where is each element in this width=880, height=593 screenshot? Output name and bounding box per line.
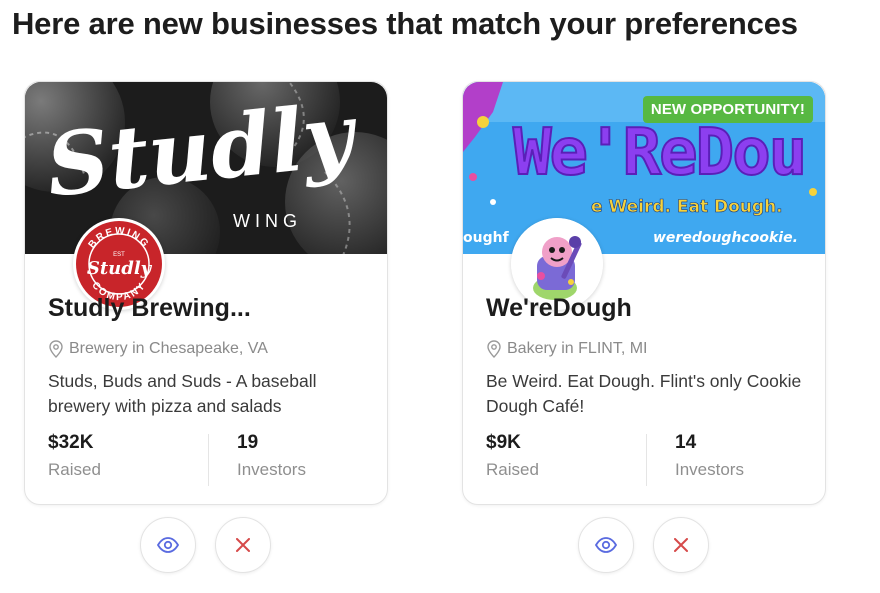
map-pin-icon (486, 340, 502, 358)
raised-value: $32K (48, 432, 94, 453)
dismiss-button[interactable] (653, 517, 709, 573)
banner-sub-text: WING (233, 211, 302, 231)
banner-left-text: oughf (463, 230, 510, 246)
raised-value: $9K (486, 432, 521, 453)
banner-brand-text: We'ReDou (513, 116, 805, 190)
page-title: Here are new businesses that match your … (12, 6, 798, 41)
business-name[interactable]: We'reDough (486, 294, 632, 323)
business-description: Studs, Buds and Suds - A baseball brewer… (48, 371, 317, 416)
business-banner-image: Studly WING (25, 82, 387, 254)
business-description: Be Weird. Eat Dough. Flint's only Cookie… (486, 371, 802, 416)
business-card-weredough[interactable]: We'ReDou e Weird. Eat Dough. oughf wered… (462, 81, 826, 505)
business-stats: $9K Raised 14 Investors (486, 432, 806, 487)
investors-stat: 19 Investors (237, 432, 306, 480)
svg-text:Studly: Studly (87, 258, 153, 279)
banner-tagline: e Weird. Eat Dough. (591, 197, 783, 217)
dismiss-button[interactable] (215, 517, 271, 573)
stats-divider (208, 434, 209, 486)
investors-label: Investors (237, 460, 306, 479)
business-name[interactable]: Studly Brewing... (48, 294, 251, 323)
investors-value: 19 (237, 432, 259, 453)
view-button[interactable] (140, 517, 196, 573)
business-stats: $32K Raised 19 Investors (48, 432, 368, 487)
raised-stat: $32K Raised (48, 432, 101, 480)
investors-label: Investors (675, 460, 744, 479)
business-banner-image: We'ReDou e Weird. Eat Dough. oughf wered… (463, 82, 825, 254)
investors-stat: 14 Investors (675, 432, 744, 480)
raised-label: Raised (48, 460, 101, 479)
investors-value: 14 (675, 432, 697, 453)
business-card-studly[interactable]: Studly WING BREWING COMPANY EST Studly S… (24, 81, 388, 505)
map-pin-icon (48, 340, 64, 358)
business-location-text: Bakery in FLINT, MI (507, 340, 648, 357)
x-close-icon (674, 538, 688, 552)
x-close-icon (236, 538, 250, 552)
raised-label: Raised (486, 460, 539, 479)
raised-stat: $9K Raised (486, 432, 539, 480)
business-location: Brewery in Chesapeake, VA (48, 340, 268, 358)
new-opportunity-badge: NEW OPPORTUNITY! (642, 96, 813, 123)
stats-divider (646, 434, 647, 486)
eye-icon (595, 537, 617, 553)
business-location-text: Brewery in Chesapeake, VA (69, 340, 268, 357)
banner-url-text: weredoughcookie. (653, 230, 798, 246)
eye-icon (157, 537, 179, 553)
business-location: Bakery in FLINT, MI (486, 340, 647, 358)
view-button[interactable] (578, 517, 634, 573)
